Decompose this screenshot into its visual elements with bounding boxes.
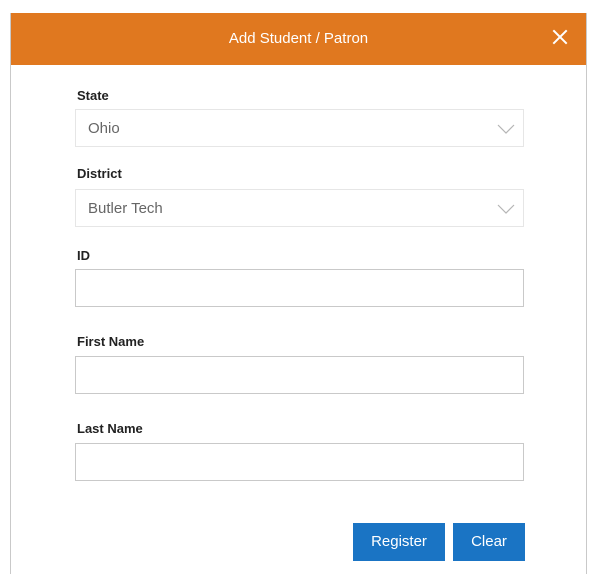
last-name-label: Last Name — [77, 421, 143, 436]
chevron-down-icon — [497, 203, 515, 215]
close-button[interactable] — [550, 27, 570, 47]
district-select[interactable]: Butler Tech — [75, 189, 524, 227]
district-label: District — [77, 166, 122, 181]
state-select[interactable]: Ohio — [75, 109, 524, 147]
chevron-down-icon — [497, 123, 515, 135]
last-name-input[interactable] — [75, 443, 524, 481]
id-label: ID — [77, 248, 90, 263]
id-input[interactable] — [75, 269, 524, 307]
district-selected-value: Butler Tech — [88, 200, 163, 217]
close-icon — [552, 29, 568, 45]
dialog-header: Add Student / Patron — [11, 13, 586, 65]
register-button[interactable]: Register — [353, 523, 445, 561]
state-selected-value: Ohio — [88, 120, 120, 137]
state-label: State — [77, 88, 109, 103]
add-student-dialog: Add Student / Patron State Ohio District… — [10, 13, 587, 574]
first-name-input[interactable] — [75, 356, 524, 394]
clear-button[interactable]: Clear — [453, 523, 525, 561]
first-name-label: First Name — [77, 334, 145, 349]
dialog-title: Add Student / Patron — [228, 30, 369, 47]
